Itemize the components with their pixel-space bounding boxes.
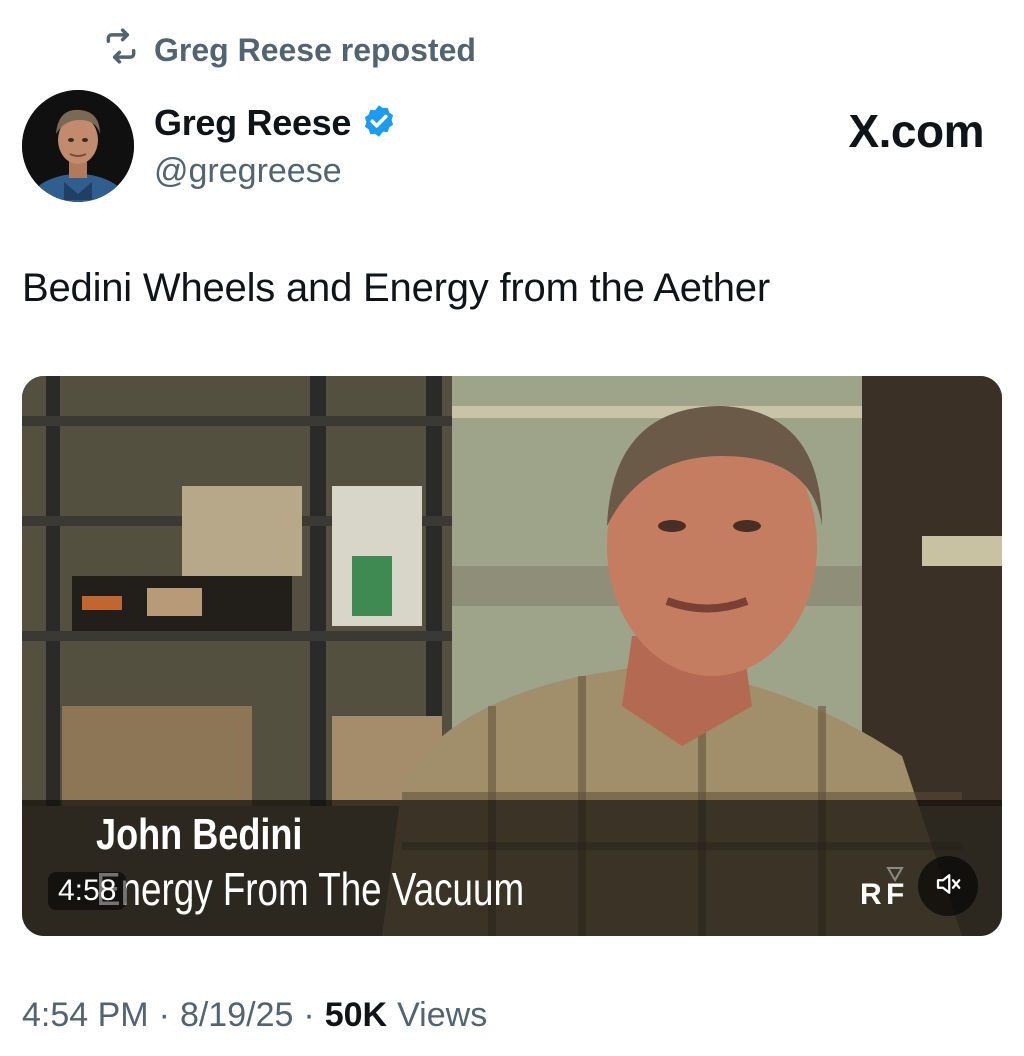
speaker-muted-icon [933,869,963,904]
post-author: Greg Reese @gregreese X.com [22,90,1002,210]
views-count: 50K [324,996,388,1034]
author-handle[interactable]: @gregreese [154,152,342,191]
post-meta: 4:54 PM · 8/19/25 · 50K Views [22,996,487,1035]
post-date[interactable]: 8/19/25 [180,996,293,1035]
display-name[interactable]: Greg Reese [154,102,351,144]
verified-badge-icon [361,103,397,144]
repost-label: Greg Reese reposted [154,31,476,68]
mute-button[interactable] [918,856,978,916]
svg-text:R: R [860,878,882,911]
repost-icon [102,27,140,73]
views-label: Views [397,996,488,1034]
meta-separator-2: · [303,996,315,1034]
name-row: Greg Reese [154,102,397,144]
brand-logo: X.com [848,105,984,157]
repost-indicator[interactable]: Greg Reese reposted [102,28,476,72]
post-time[interactable]: 4:54 PM [22,996,149,1035]
svg-text:F: F [886,878,904,911]
caption-subtitle: Energy From The Vacuum [96,863,525,915]
meta-separator: · [158,996,170,1034]
avatar[interactable] [22,90,134,202]
video-player[interactable]: John Bedini Energy From The Vacuum 4:58 … [22,376,1002,936]
video-duration: 4:58 [48,872,127,910]
post-text: Bedini Wheels and Energy from the Aether [22,266,770,310]
caption-name: John Bedini [96,810,303,859]
